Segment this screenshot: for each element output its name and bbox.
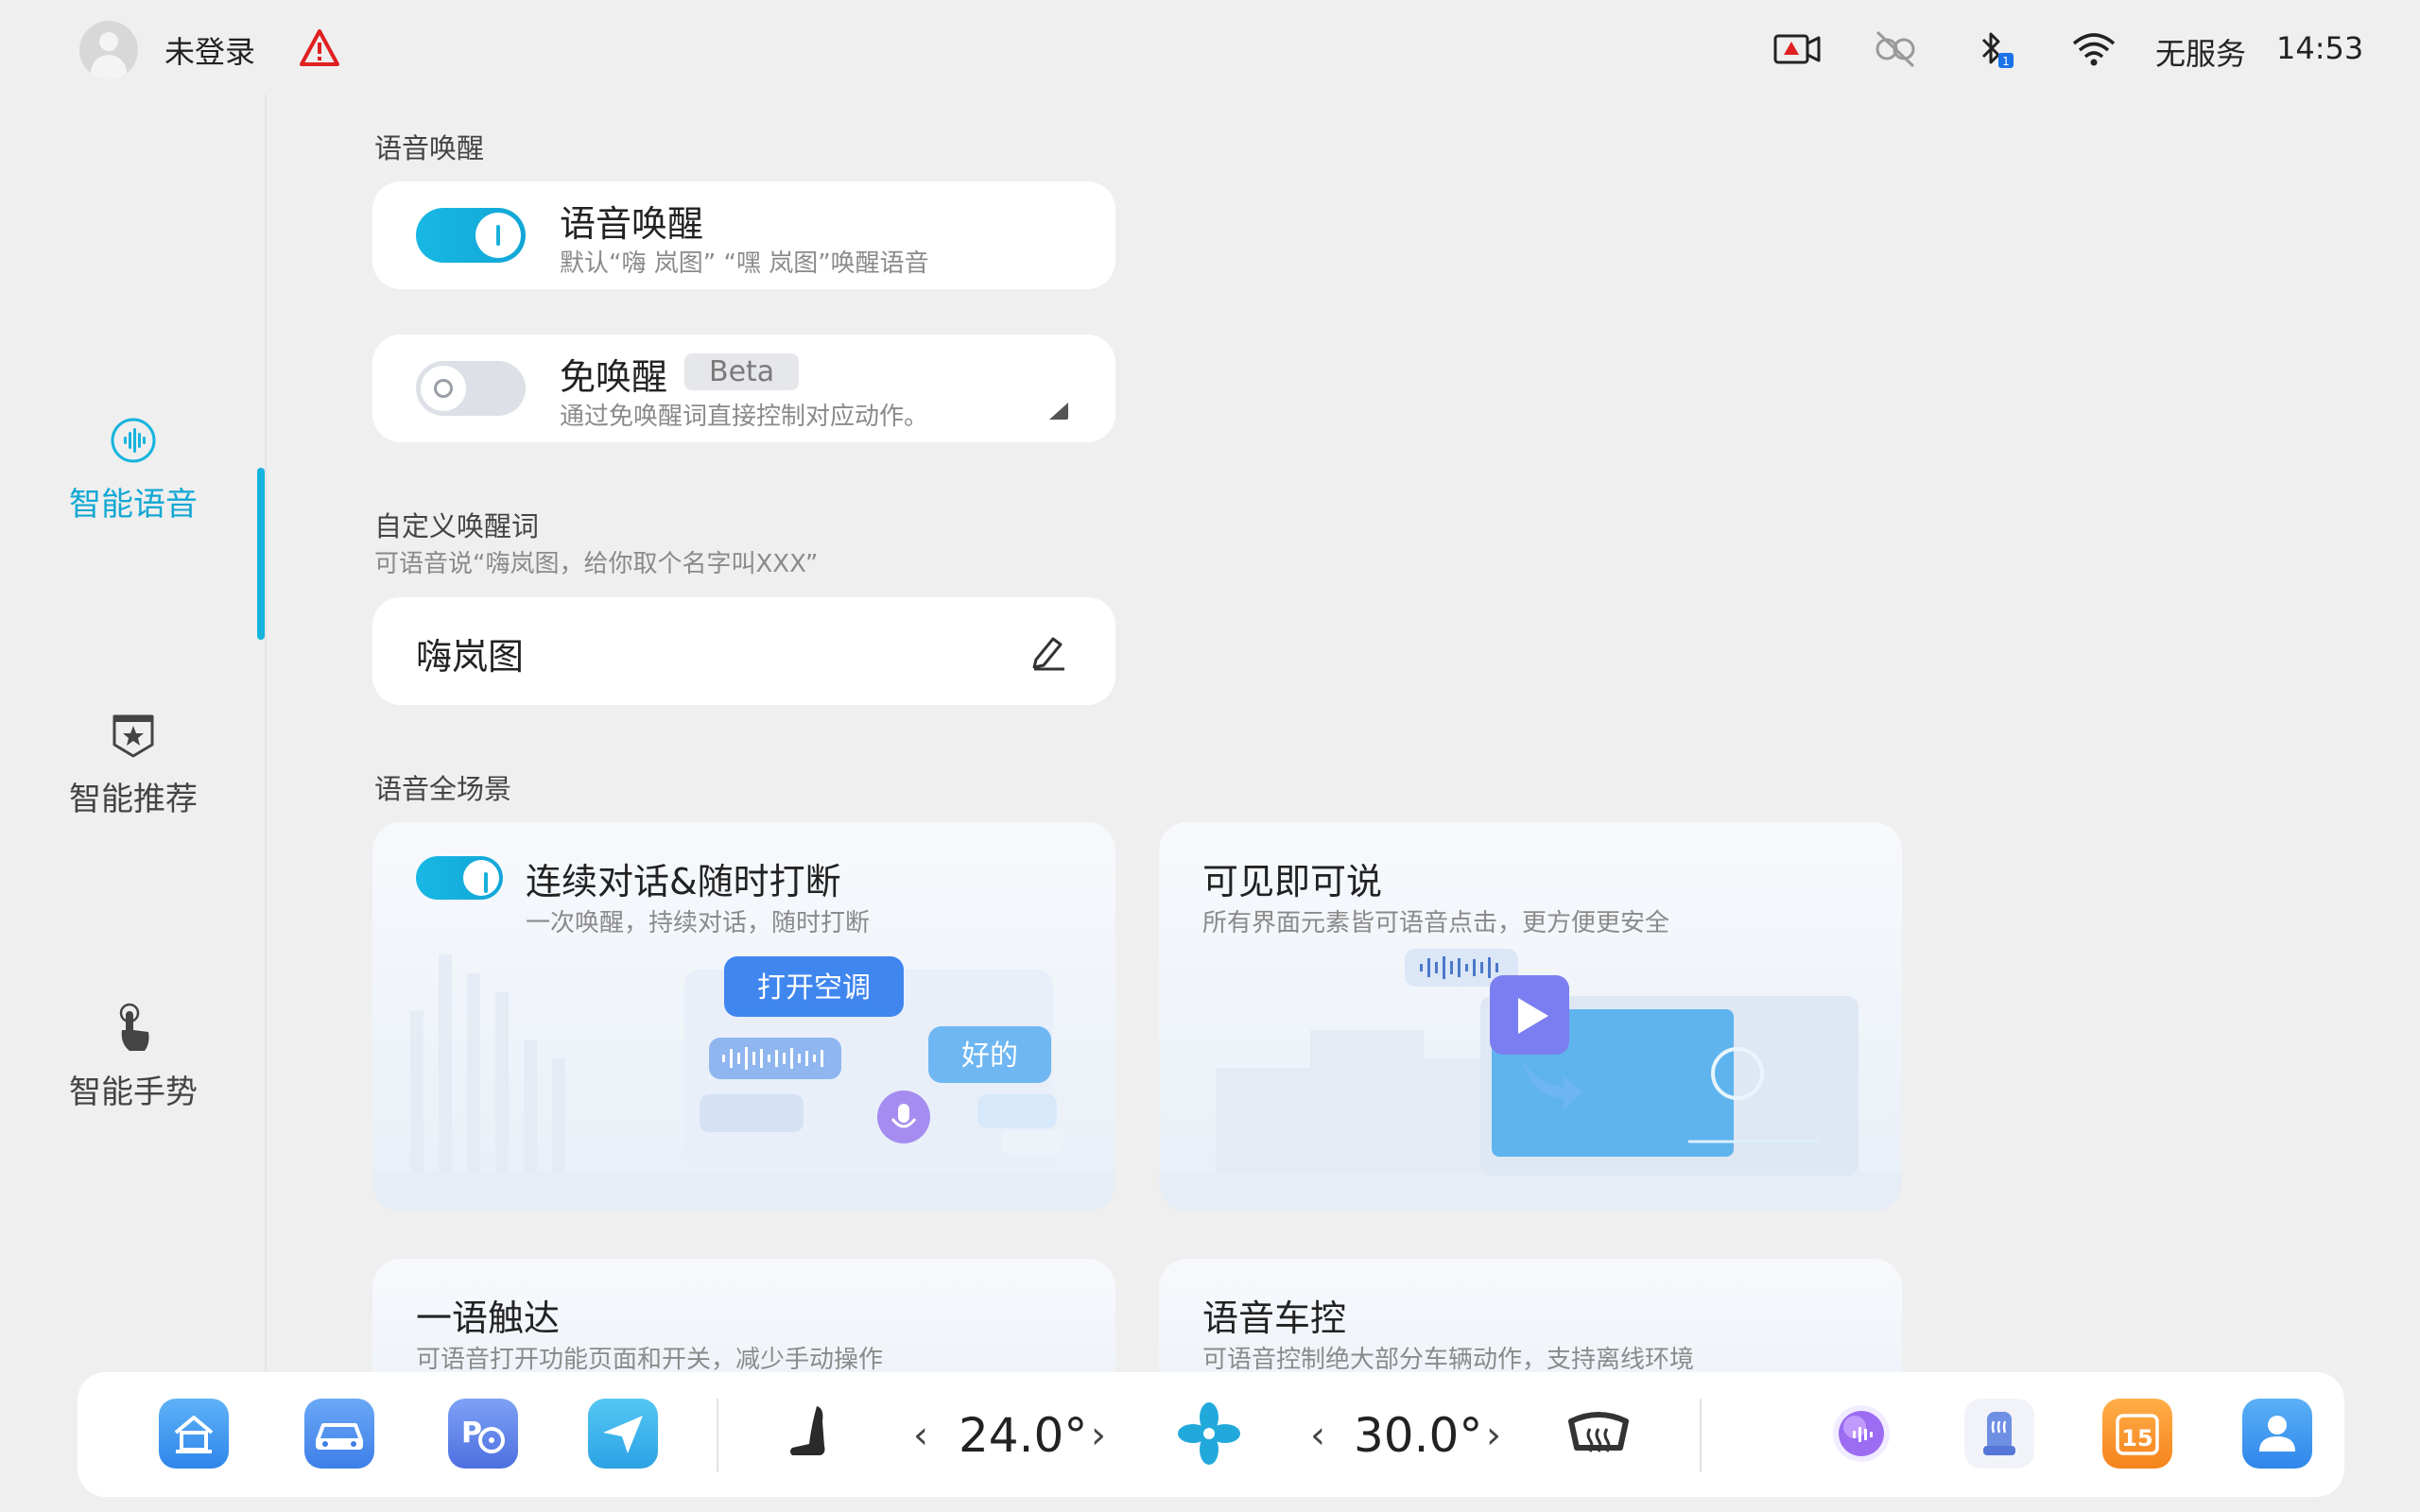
seat-heat-button[interactable] [1964,1399,2034,1469]
voice-wake-desc: 默认“嗨 岚图” “嘿 岚图”唤醒语音 [560,249,929,278]
scene-card-continuous[interactable]: 打开空调 好的 连续对话&随时打断 一次唤醒，持续对话，随时打断 [372,822,1115,1211]
seat-heat-icon [1983,1412,2015,1455]
edit-icon[interactable] [1028,631,1068,671]
continuous-dialog-title: 连续对话&随时打断 [526,861,841,902]
user-profile-icon [2259,1416,2295,1452]
free-wake-desc: 通过免唤醒词直接控制对应动作。 [560,403,929,431]
svg-text:好的: 好的 [961,1040,1018,1073]
seat-button[interactable] [775,1399,845,1469]
dock-divider [1700,1399,1702,1472]
clock: 14:53 [2276,30,2364,66]
free-wake-card: 免唤醒 Beta 通过免唤醒词直接控制对应动作。 [372,335,1115,442]
navigation-button[interactable] [588,1399,658,1469]
voice-icon [111,418,156,463]
warning-icon [300,29,339,66]
avatar[interactable] [79,21,138,79]
right-temp-increase[interactable]: › [1486,1414,1501,1457]
recommend-badge-icon [112,714,154,758]
car-control-title: 语音车控 [1202,1297,1347,1339]
left-temp-value: 24.0° [959,1408,1088,1463]
car-icon [316,1423,363,1450]
rear-defrost-icon [1568,1412,1629,1452]
wifi-icon [2072,33,2116,66]
voice-wake-title: 语音唤醒 [560,203,704,245]
custom-wake-title: 自定义唤醒词 [374,510,540,542]
seat-icon [790,1406,825,1455]
sidebar-item-voice[interactable]: 智能语音 [0,414,267,524]
dashcam-icon [1773,34,1821,64]
service-status: 无服务 [2155,36,2247,72]
continuous-dialog-desc: 一次唤醒，持续对话，随时打断 [526,909,871,937]
see-and-say-desc: 所有界面元素皆可语音点击，更方便更安全 [1202,909,1670,937]
sidebar-item-label: 智能手势 [69,1074,198,1111]
rear-defrost-button[interactable] [1564,1399,1634,1469]
scene-card-see-and-say[interactable]: 可见即可说 所有界面元素皆可语音点击，更方便更安全 [1159,822,1902,1211]
svg-text:1: 1 [2002,55,2010,68]
sidebar: 智能语音 智能推荐 智能手势 [0,94,267,1380]
wake-section-title: 语音唤醒 [374,132,485,164]
sidebar-item-label: 智能推荐 [69,781,198,818]
one-step-title: 一语触达 [416,1297,561,1339]
bluetooth-icon: 1 [1981,32,2014,68]
link-off-icon [1876,30,1915,68]
status-bar: 未登录 1 无服务 14:53 [0,0,2420,94]
fan-button[interactable] [1174,1399,1244,1469]
svg-text:15: 15 [2121,1425,2152,1452]
custom-wake-subtitle: 可语音说“嗨岚图，给你取个名字叫XXX” [374,550,819,578]
car-button[interactable] [304,1399,374,1469]
bottom-dock: P ‹ 24.0° › ‹ 30.0° › 15 [78,1372,2344,1497]
sidebar-item-label: 智能语音 [69,486,198,524]
custom-wake-value: 嗨岚图 [416,636,525,678]
see-and-say-illustration [1159,949,1902,1211]
sidebar-item-recommend[interactable]: 智能推荐 [0,709,267,819]
right-temp-decrease[interactable]: ‹ [1310,1414,1325,1457]
expand-corner-icon[interactable] [1047,399,1070,421]
parking-icon: P [461,1417,505,1453]
free-wake-title: 免唤醒 [560,356,668,398]
svg-text:打开空调: 打开空调 [757,971,871,1005]
parking-button[interactable]: P [448,1399,518,1469]
free-wake-toggle[interactable] [416,361,526,416]
calendar-icon: 15 [2116,1414,2159,1455]
home-button[interactable] [159,1399,229,1469]
svg-text:P: P [461,1417,482,1450]
assistant-button[interactable] [1826,1399,1896,1469]
calendar-button[interactable]: 15 [2102,1399,2172,1469]
right-temp-value: 30.0° [1354,1408,1483,1463]
dock-divider [717,1399,718,1472]
custom-wake-card[interactable]: 嗨岚图 [372,597,1115,705]
continuous-dialog-illustration: 打开空调 好的 [372,954,1115,1211]
login-status[interactable]: 未登录 [164,28,255,72]
left-temp-decrease[interactable]: ‹ [913,1414,928,1457]
continuous-dialog-toggle[interactable] [416,856,503,900]
home-icon [174,1416,214,1453]
gesture-hand-icon [119,1003,149,1051]
assistant-orb-icon [1833,1405,1890,1462]
navigation-icon [603,1416,643,1453]
beta-badge: Beta [684,353,800,390]
one-step-desc: 可语音打开功能页面和开关，减少手动操作 [416,1346,884,1374]
fan-icon [1178,1402,1240,1465]
voice-wake-card: 语音唤醒 默认“嗨 岚图” “嘿 岚图”唤醒语音 [372,181,1115,289]
sidebar-item-gesture[interactable]: 智能手势 [0,1002,267,1112]
see-and-say-title: 可见即可说 [1202,861,1383,902]
voice-wake-toggle[interactable] [416,208,526,263]
left-temp-increase[interactable]: › [1091,1414,1106,1457]
user-profile-button[interactable] [2242,1399,2312,1469]
scene-section-title: 语音全场景 [374,773,512,805]
car-control-desc: 可语音控制绝大部分车辆动作，支持离线环境 [1202,1346,1695,1374]
